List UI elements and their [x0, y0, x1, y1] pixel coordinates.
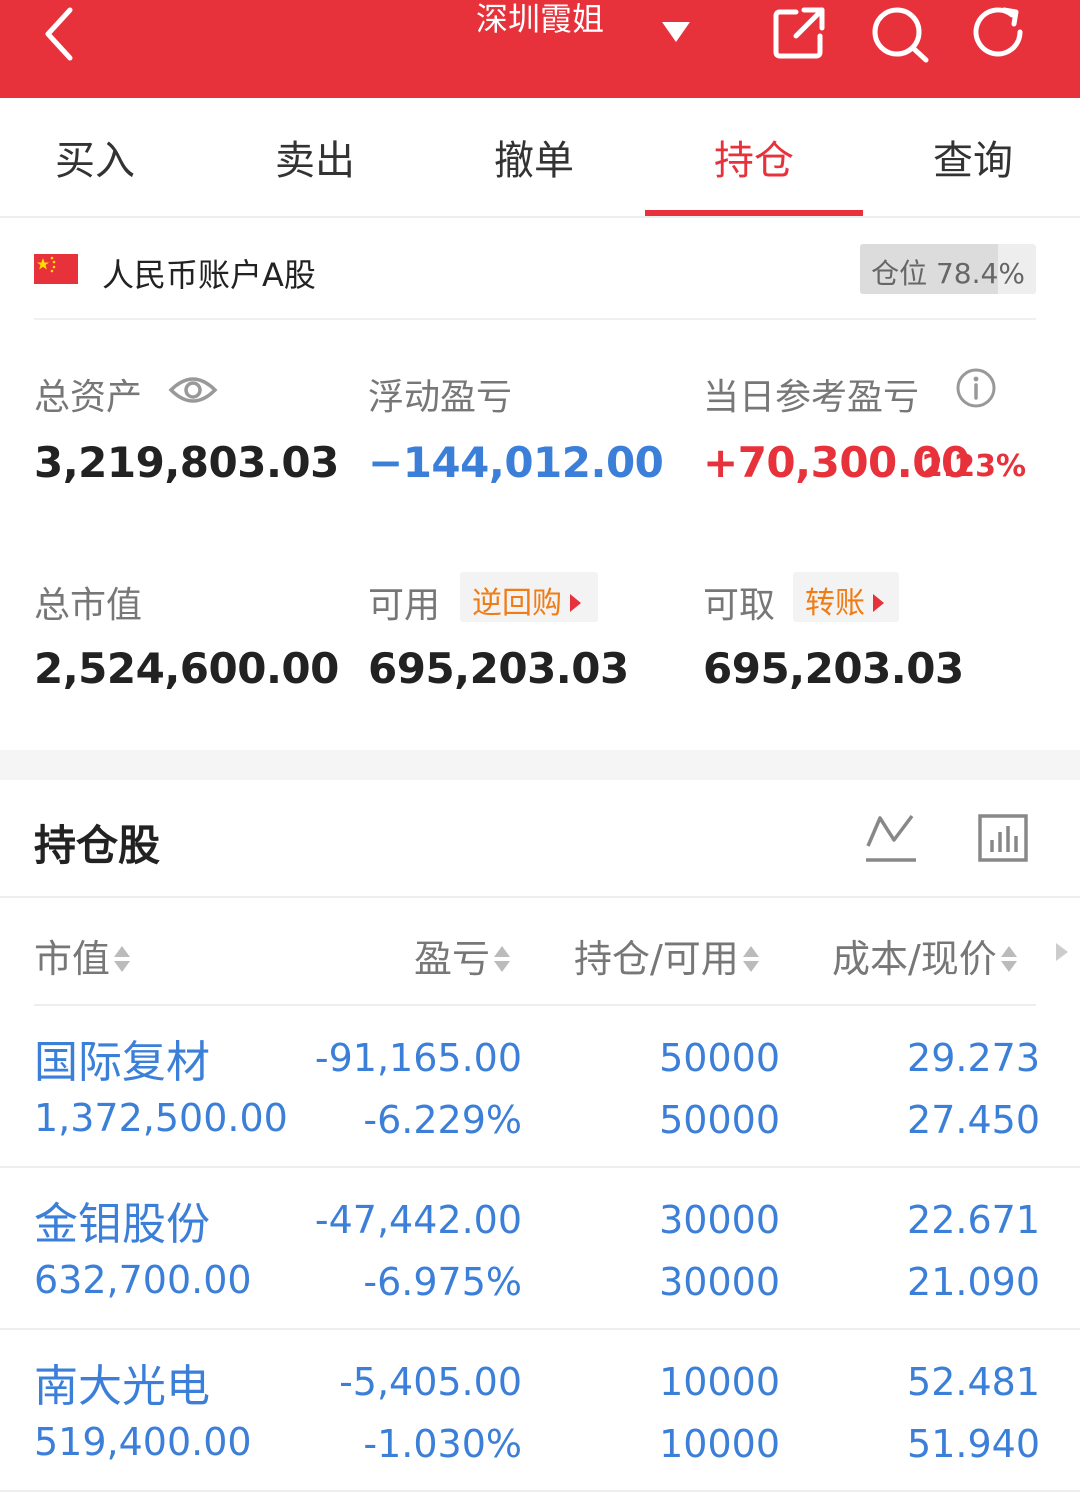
holding-quantity: 30000 — [659, 1198, 780, 1242]
available-quantity: 10000 — [659, 1422, 780, 1466]
holding-quantity: 50000 — [659, 1036, 780, 1080]
withdrawable-value: 695,203.03 — [703, 644, 964, 693]
chip-arrow-icon — [570, 594, 581, 612]
total-assets-value: 3,219,803.03 — [34, 438, 339, 487]
table-row[interactable]: 南大光电 519,400.00 -5,405.00 -1.030% 10000 … — [0, 1330, 1080, 1492]
floating-pl-label: 浮动盈亏 — [368, 377, 513, 418]
sort-icon — [494, 946, 511, 972]
active-tab-indicator — [645, 210, 863, 216]
section-separator — [0, 750, 1080, 780]
reverse-repo-label: 逆回购 — [472, 586, 562, 621]
column-label: 持仓/可用 — [574, 937, 739, 981]
column-header-holding[interactable]: 持仓/可用 — [574, 928, 761, 983]
position-label: 仓位 — [871, 257, 928, 290]
reverse-repo-button[interactable]: 逆回购 — [460, 572, 598, 622]
info-icon[interactable] — [954, 366, 998, 410]
chip-arrow-icon — [873, 594, 884, 612]
column-label: 成本/现价 — [832, 937, 997, 981]
floating-pl-value: −144,012.00 — [368, 438, 664, 487]
page-title[interactable]: 深圳霞姐 — [440, 0, 640, 40]
sort-icon — [1000, 946, 1017, 972]
current-price: 27.450 — [907, 1098, 1040, 1142]
tab-cancel[interactable]: 撤单 — [425, 128, 643, 186]
divider — [34, 318, 1036, 320]
dropdown-caret-icon[interactable] — [656, 18, 696, 48]
profit-loss: -47,442.00 — [314, 1198, 522, 1242]
available-quantity: 30000 — [659, 1260, 780, 1304]
table-row[interactable]: 金钼股份 632,700.00 -47,442.00 -6.975% 30000… — [0, 1168, 1080, 1330]
stock-name: 南大光电 — [34, 1361, 210, 1412]
trend-chart-icon[interactable] — [862, 810, 920, 866]
market-value: 519,400.00 — [34, 1420, 252, 1464]
available-quantity: 50000 — [659, 1098, 780, 1142]
sort-icon — [742, 946, 759, 972]
tab-sell[interactable]: 卖出 — [206, 128, 424, 186]
tab-query[interactable]: 查询 — [864, 128, 1080, 186]
sort-icon — [114, 946, 131, 972]
stock-name: 国际复材 — [34, 1037, 210, 1088]
current-price: 51.940 — [907, 1422, 1040, 1466]
available-value: 695,203.03 — [368, 644, 629, 693]
cost-price: 52.481 — [907, 1360, 1040, 1404]
column-label: 市值 — [34, 937, 111, 981]
profit-loss: -91,165.00 — [314, 1036, 522, 1080]
top-bar: 深圳霞姐 — [0, 0, 1080, 98]
position-badge: 仓位 78.4% — [860, 244, 1036, 294]
column-header-cost-price[interactable]: 成本/现价 — [832, 928, 1019, 983]
cost-price: 22.671 — [907, 1198, 1040, 1242]
account-name[interactable]: 人民币账户A股 — [102, 250, 316, 296]
holdings-title: 持仓股 — [34, 821, 161, 870]
available-label: 可用 — [368, 585, 441, 626]
market-value: 1,372,500.00 — [34, 1096, 288, 1140]
withdrawable-label: 可取 — [703, 585, 776, 626]
back-icon[interactable] — [30, 2, 90, 62]
cost-price: 29.273 — [907, 1036, 1040, 1080]
current-price: 21.090 — [907, 1260, 1040, 1304]
market-value-value: 2,524,600.00 — [34, 644, 339, 693]
position-value: 78.4% — [935, 257, 1025, 290]
bar-chart-icon[interactable] — [976, 810, 1032, 866]
table-row[interactable]: 国际复材 1,372,500.00 -91,165.00 -6.229% 500… — [0, 1006, 1080, 1168]
china-flag-icon — [34, 254, 78, 284]
profit-loss-percent: -1.030% — [363, 1422, 522, 1466]
transfer-button[interactable]: 转账 — [793, 572, 899, 622]
market-value-label: 总市值 — [34, 585, 143, 626]
holding-quantity: 10000 — [659, 1360, 780, 1404]
divider — [0, 896, 1080, 898]
profit-loss-percent: -6.229% — [363, 1098, 522, 1142]
daily-pl-percent: 2.23% — [922, 449, 1027, 484]
position-text: 仓位 78.4% — [860, 252, 1036, 292]
stock-name: 金钼股份 — [34, 1199, 210, 1250]
tab-buy[interactable]: 买入 — [0, 128, 204, 186]
transfer-label: 转账 — [805, 586, 865, 621]
eye-icon[interactable] — [168, 370, 218, 410]
share-icon[interactable] — [768, 2, 830, 64]
column-header-market-value[interactable]: 市值 — [34, 928, 132, 983]
profit-loss-percent: -6.975% — [363, 1260, 522, 1304]
column-label: 盈亏 — [414, 937, 491, 981]
refresh-icon[interactable] — [968, 2, 1030, 64]
column-header-pl[interactable]: 盈亏 — [414, 928, 512, 983]
tab-bar: 买入 卖出 撤单 持仓 查询 — [0, 98, 1080, 218]
tab-positions[interactable]: 持仓 — [645, 128, 863, 186]
total-assets-label: 总资产 — [34, 377, 143, 418]
market-value: 632,700.00 — [34, 1258, 252, 1302]
scroll-right-icon[interactable] — [1052, 940, 1072, 964]
profit-loss: -5,405.00 — [339, 1360, 522, 1404]
daily-pl-label: 当日参考盈亏 — [703, 377, 920, 418]
search-icon[interactable] — [868, 2, 930, 64]
